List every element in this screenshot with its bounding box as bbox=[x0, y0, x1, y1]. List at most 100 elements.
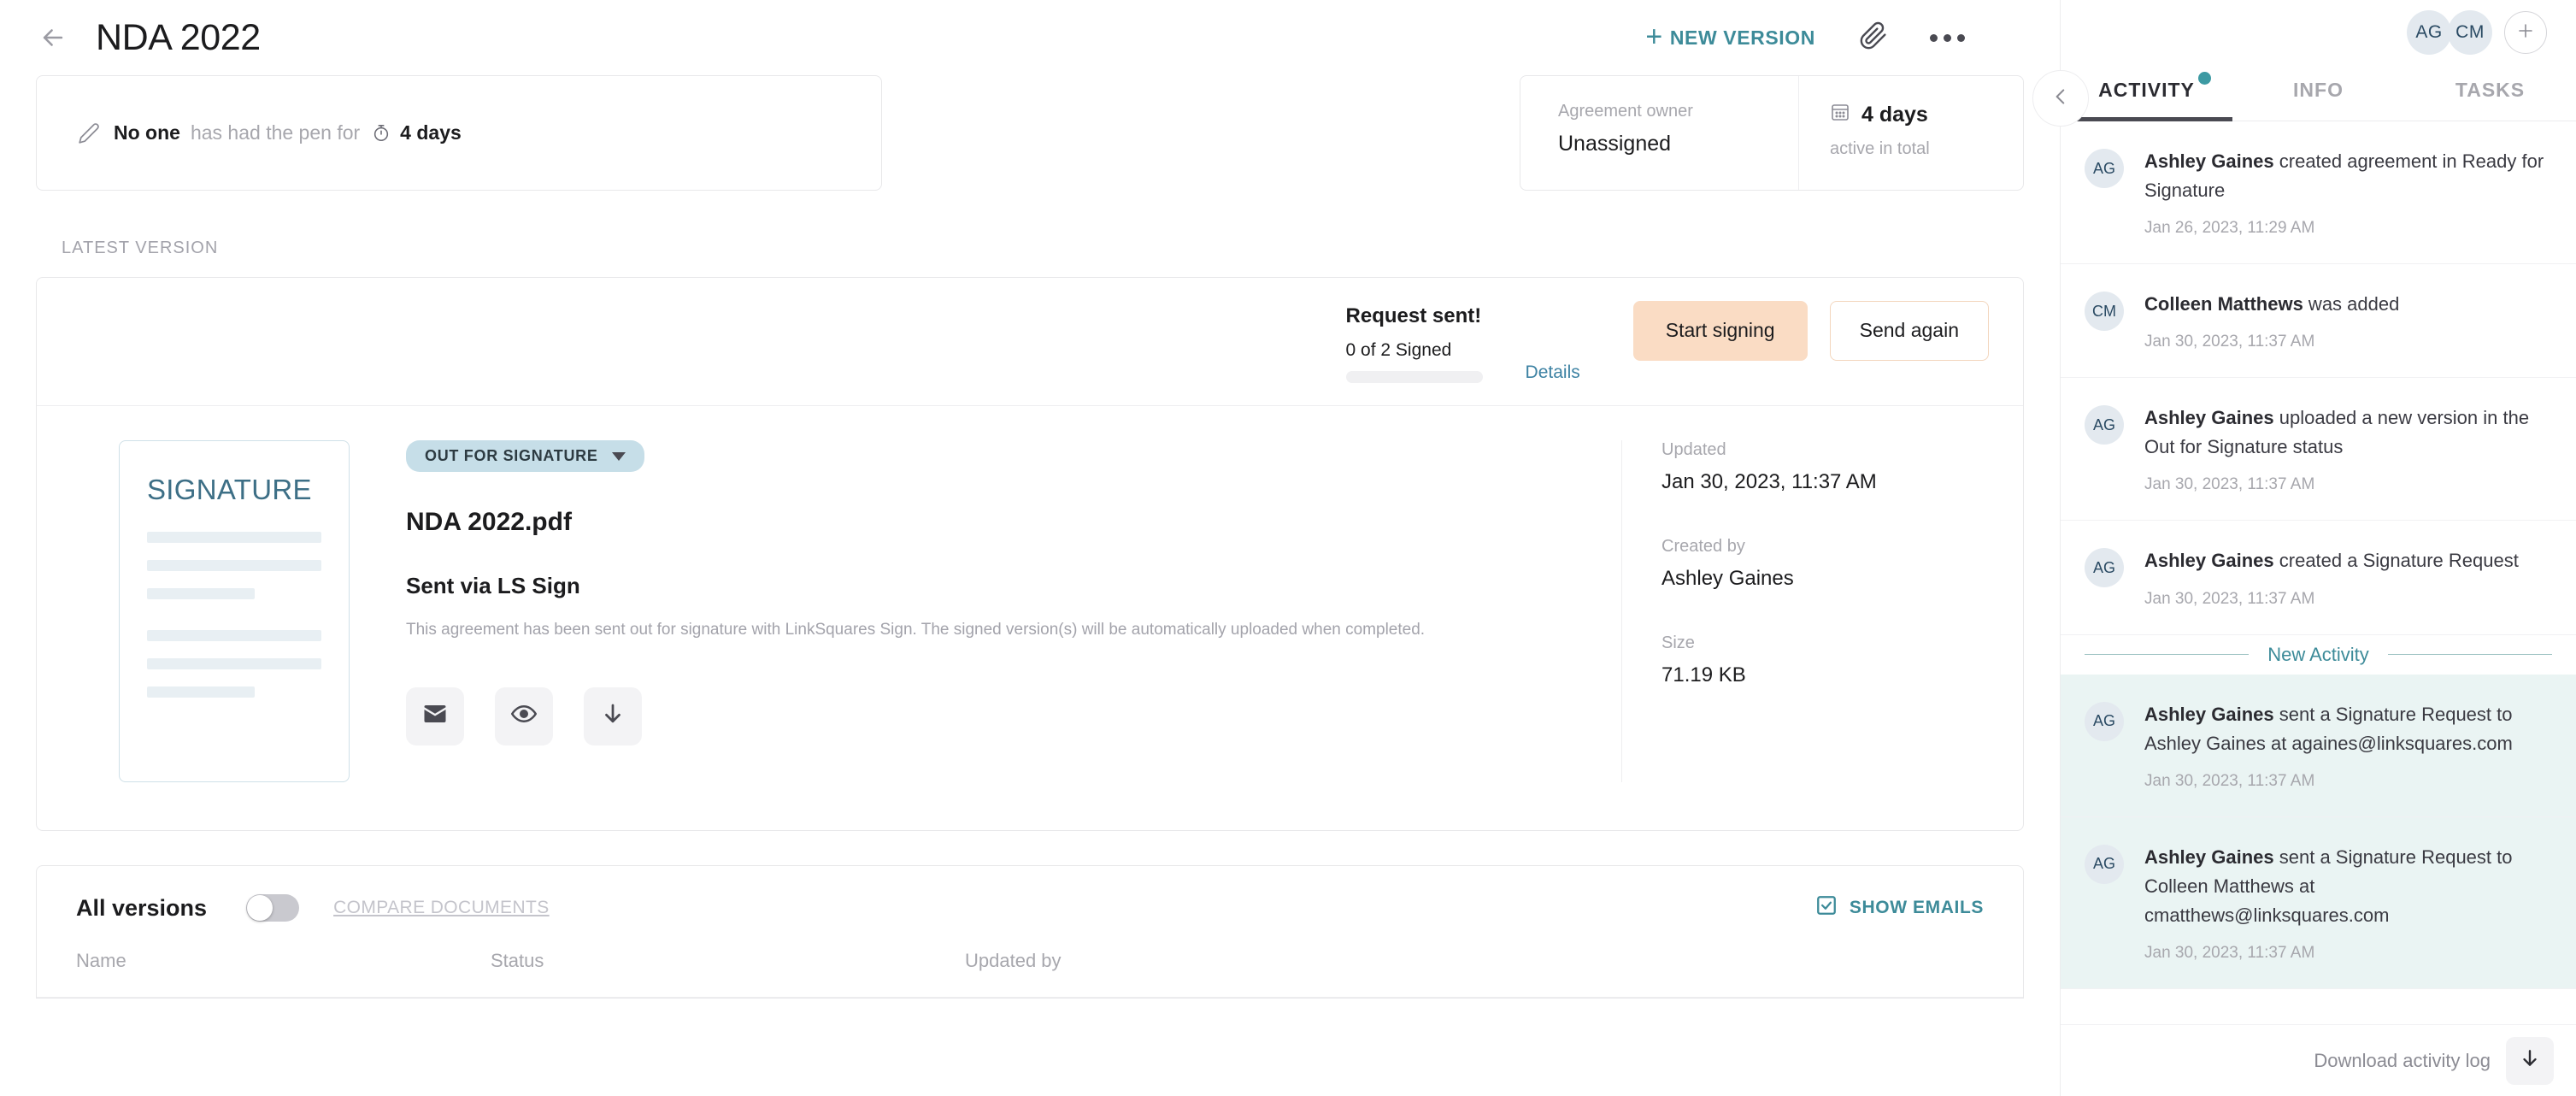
thumbnail-placeholder-line bbox=[147, 686, 256, 698]
avatar: CM bbox=[2085, 292, 2124, 332]
collapse-sidebar-button[interactable] bbox=[2032, 70, 2089, 127]
activity-sidebar: AG CM ACTIVITY INFO TASKS AG Ashley Gaine… bbox=[2032, 0, 2576, 1096]
chevron-left-icon bbox=[2050, 85, 2072, 112]
thumbnail-placeholder-line bbox=[147, 588, 256, 599]
pen-duration: 4 days bbox=[400, 121, 462, 144]
divider-line bbox=[2085, 654, 2250, 656]
pen-text: has had the pen for bbox=[190, 121, 361, 144]
sidebar-tabs: ACTIVITY INFO TASKS bbox=[2061, 65, 2576, 121]
document-filename: NDA 2022.pdf bbox=[406, 508, 572, 536]
new-version-button[interactable]: + NEW VERSION bbox=[1633, 16, 1827, 60]
activity-actor: Colleen Matthews bbox=[2144, 293, 2303, 315]
activity-actor: Ashley Gaines bbox=[2144, 703, 2274, 725]
avatar[interactable]: CM bbox=[2448, 10, 2492, 55]
avatar[interactable]: AG bbox=[2407, 10, 2451, 55]
all-versions-card: All versions COMPARE DOCUMENTS SHOW EMAI… bbox=[36, 865, 2024, 999]
thumbnail-spacer bbox=[147, 616, 321, 630]
signed-count-block: 0 of 2 Signed bbox=[1345, 340, 1483, 383]
all-versions-toggle[interactable] bbox=[246, 894, 300, 922]
new-activity-label: New Activity bbox=[2267, 643, 2369, 665]
activity-item-body: Colleen Matthews was added Jan 30, 2023, … bbox=[2144, 290, 2550, 351]
updated-label: Updated bbox=[1661, 440, 1726, 459]
download-activity-log-button[interactable] bbox=[2506, 1036, 2554, 1085]
activity-item-text: Colleen Matthews was added bbox=[2144, 293, 2400, 315]
activity-item[interactable]: AG Ashley Gaines sent a Signature Request… bbox=[2061, 674, 2576, 817]
activity-actor: Ashley Gaines bbox=[2144, 150, 2274, 172]
updated-value: Jan 30, 2023, 11:37 AM bbox=[1661, 470, 1877, 493]
activity-item[interactable]: AG Ashley Gaines created a Signature Requ… bbox=[2061, 521, 2576, 635]
divider-line bbox=[2387, 654, 2552, 656]
details-link[interactable]: Details bbox=[1526, 362, 1580, 383]
all-versions-column-headers: Name Status Updated by bbox=[37, 950, 2023, 998]
version-body: SIGNATURE OUT FOR SIGNATURE NDA 2022.pdf… bbox=[37, 406, 2023, 830]
download-activity-log-label[interactable]: Download activity log bbox=[2314, 1050, 2491, 1072]
active-days-value: 4 days bbox=[1861, 103, 1928, 127]
document-thumbnail[interactable]: SIGNATURE bbox=[119, 440, 350, 782]
calendar-icon bbox=[1830, 102, 1850, 128]
paperclip-icon bbox=[1859, 21, 1888, 55]
compare-documents-link[interactable]: COMPARE DOCUMENTS bbox=[333, 898, 550, 918]
activity-item-text: Ashley Gaines sent a Signature Request t… bbox=[2144, 846, 2513, 926]
more-options-button[interactable] bbox=[1920, 10, 1974, 65]
email-document-button[interactable] bbox=[406, 686, 464, 745]
send-again-button[interactable]: Send again bbox=[1829, 300, 1989, 361]
tab-info-label: INFO bbox=[2293, 79, 2344, 101]
checkbox-checked-icon bbox=[1815, 894, 1838, 922]
activity-actor: Ashley Gaines bbox=[2144, 407, 2274, 429]
request-sent-title: Request sent! bbox=[1345, 303, 1482, 327]
download-icon bbox=[600, 701, 626, 731]
plus-icon bbox=[2515, 21, 2536, 45]
column-header-name: Name bbox=[76, 950, 126, 971]
created-by-label: Created by bbox=[1661, 537, 1745, 556]
activity-feed[interactable]: AG Ashley Gaines created agreement in Rea… bbox=[2061, 121, 2576, 1096]
size-value: 71.19 KB bbox=[1661, 663, 1746, 686]
download-document-button[interactable] bbox=[584, 686, 642, 745]
activity-item-text: Ashley Gaines sent a Signature Request t… bbox=[2144, 703, 2513, 754]
tab-tasks[interactable]: TASKS bbox=[2404, 65, 2576, 121]
activity-item[interactable]: AG Ashley Gaines created agreement in Rea… bbox=[2061, 121, 2576, 265]
pen-status-card: No one has had the pen for 4 days bbox=[36, 75, 882, 191]
start-signing-button[interactable]: Start signing bbox=[1632, 300, 1808, 361]
activity-actor: Ashley Gaines bbox=[2144, 846, 2274, 868]
avatar: AG bbox=[2085, 701, 2124, 741]
new-version-label: NEW VERSION bbox=[1669, 26, 1815, 49]
preview-document-button[interactable] bbox=[495, 686, 553, 745]
activity-timestamp: Jan 30, 2023, 11:37 AM bbox=[2144, 944, 2315, 963]
thumbnail-placeholder-line bbox=[147, 630, 321, 641]
request-buttons: Start signing Send again bbox=[1632, 300, 1989, 361]
pen-holder: No one bbox=[114, 121, 180, 144]
latest-version-card: Request sent! 0 of 2 Signed Details Star… bbox=[36, 277, 2024, 831]
activity-actor: Ashley Gaines bbox=[2144, 550, 2274, 572]
unread-dot-icon bbox=[2197, 72, 2211, 85]
activity-item[interactable]: AG Ashley Gaines uploaded a new version i… bbox=[2061, 378, 2576, 521]
agreement-owner-value: Unassigned bbox=[1558, 132, 1672, 156]
sent-via-description: This agreement has been sent out for sig… bbox=[406, 621, 1426, 639]
activity-item[interactable]: AG Ashley Gaines sent a Signature Request… bbox=[2061, 816, 2576, 990]
activity-item-text: Ashley Gaines uploaded a new version in … bbox=[2144, 407, 2530, 458]
add-collaborator-button[interactable] bbox=[2504, 11, 2547, 54]
request-sub-row: 0 of 2 Signed Details bbox=[1345, 340, 1580, 383]
thumbnail-title: SIGNATURE bbox=[147, 474, 312, 505]
show-emails-toggle[interactable]: SHOW EMAILS bbox=[1815, 894, 1984, 922]
metadata-spacer bbox=[1661, 591, 2023, 633]
tab-tasks-label: TASKS bbox=[2455, 79, 2526, 101]
signing-progress-bar bbox=[1345, 370, 1483, 383]
activity-timestamp: Jan 30, 2023, 11:37 AM bbox=[2144, 475, 2315, 494]
arrow-down-icon bbox=[2519, 1047, 2541, 1074]
activity-item[interactable]: CM Colleen Matthews was added Jan 30, 2023… bbox=[2061, 264, 2576, 379]
back-button[interactable] bbox=[36, 21, 70, 55]
toggle-knob bbox=[247, 895, 273, 921]
sent-via-title: Sent via LS Sign bbox=[406, 573, 580, 598]
signature-request-info: Request sent! 0 of 2 Signed Details Star… bbox=[1345, 300, 1989, 383]
activity-item-text: Ashley Gaines created a Signature Reques… bbox=[2144, 550, 2519, 572]
status-badge[interactable]: OUT FOR SIGNATURE bbox=[406, 440, 644, 472]
tab-info[interactable]: INFO bbox=[2232, 65, 2404, 121]
pen-status-line: No one has had the pen for 4 days bbox=[78, 121, 462, 144]
activity-item-text: Ashley Gaines created agreement in Ready… bbox=[2144, 150, 2544, 202]
thumbnail-placeholder-line bbox=[147, 532, 321, 543]
more-horizontal-icon bbox=[1929, 33, 1965, 42]
column-header-status: Status bbox=[491, 950, 544, 971]
attachments-button[interactable] bbox=[1846, 10, 1901, 65]
active-days-caption: active in total bbox=[1830, 139, 1930, 158]
column-header-updated-by: Updated by bbox=[965, 950, 1062, 971]
